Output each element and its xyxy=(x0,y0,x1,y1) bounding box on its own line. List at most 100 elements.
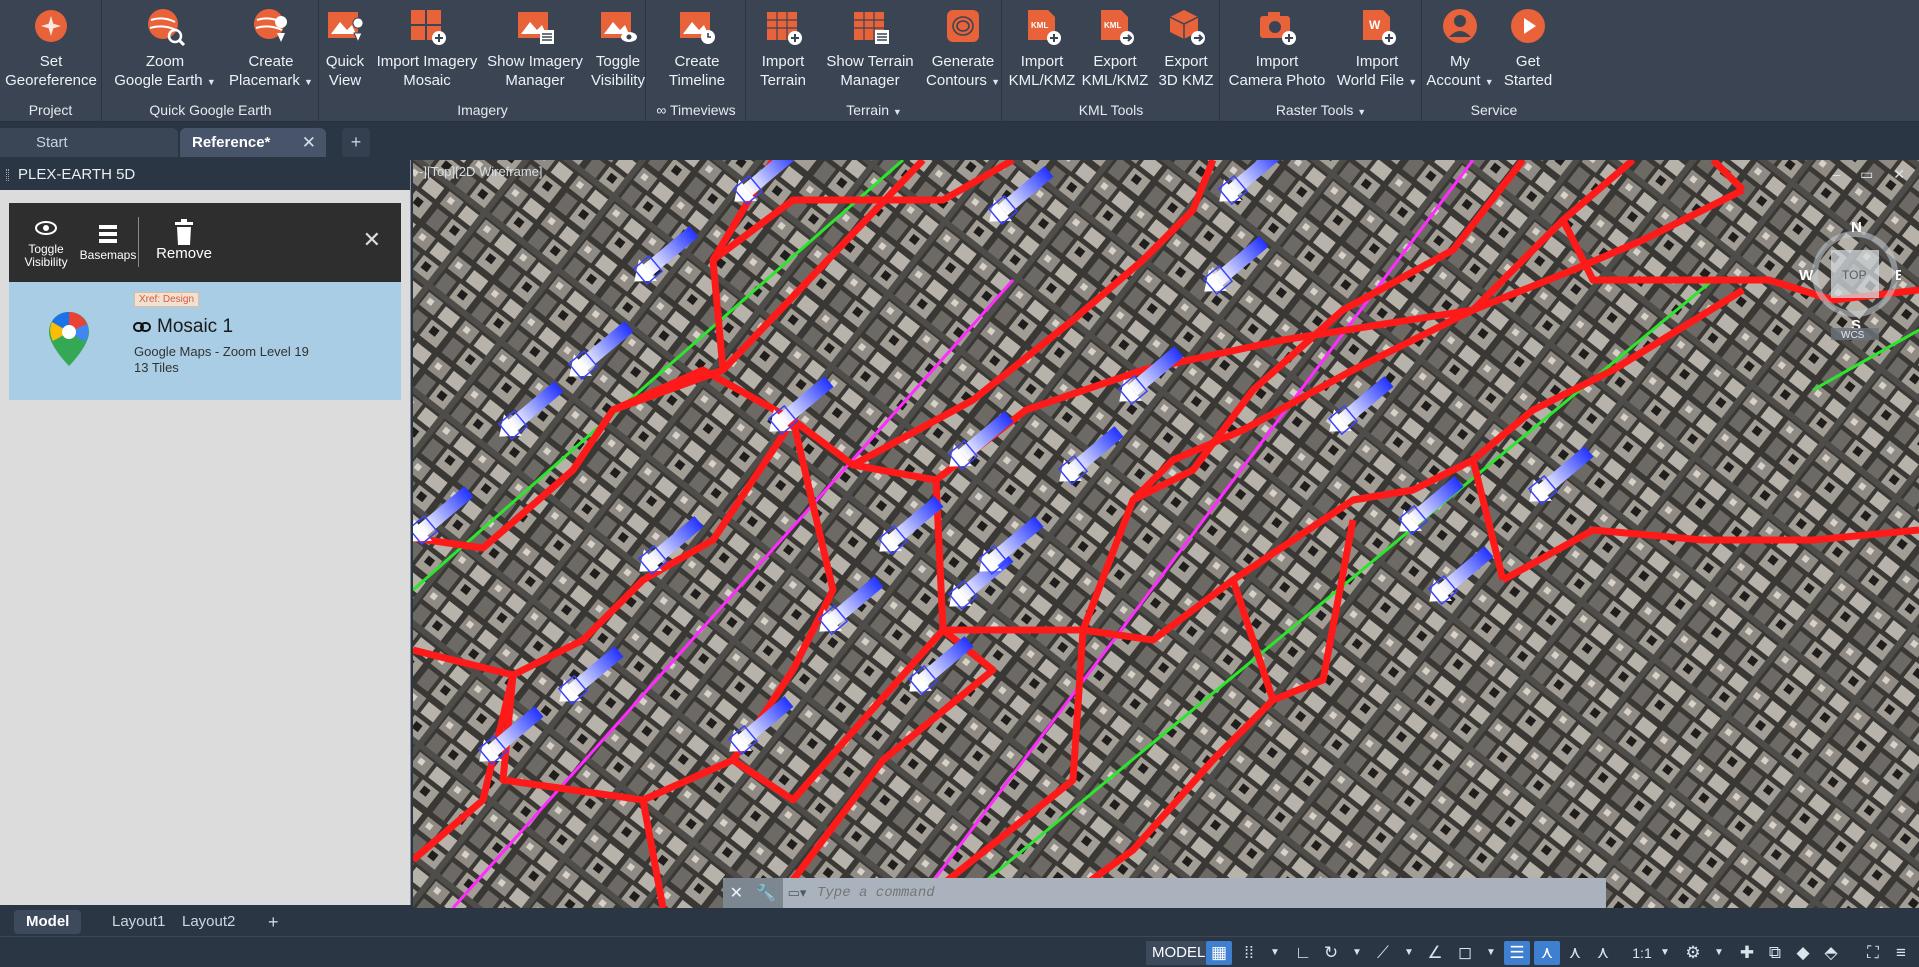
tab-reference[interactable]: Reference* ✕ xyxy=(180,128,326,157)
lineweight-icon[interactable]: ☰ xyxy=(1504,941,1530,965)
grid-icon[interactable]: ▦ xyxy=(1206,941,1232,965)
import-camera-photo-icon xyxy=(1257,6,1297,46)
new-tab-button[interactable]: + xyxy=(342,128,370,157)
toggle-visibility-tool[interactable]: Toggle Visibility xyxy=(15,203,77,282)
hardware-acceleration-icon[interactable]: ◆ xyxy=(1790,941,1816,965)
command-customize-icon[interactable]: 🔧 xyxy=(756,883,776,903)
toggle-visibility-button[interactable]: Toggle Visibility xyxy=(590,4,646,96)
my-account-icon xyxy=(1440,6,1480,46)
export-3d-kmz-label: Export 3D KMZ xyxy=(1158,53,1214,89)
gear-dropdown-icon[interactable]: ▼ xyxy=(1706,941,1732,965)
snap-icon[interactable]: ⁞⁞ xyxy=(1236,941,1262,965)
my-account-button[interactable]: My Account ▼ xyxy=(1426,4,1494,96)
export-kml-button[interactable]: KML Export KML/KMZ xyxy=(1079,4,1151,96)
group-title-quick-google-earth: Quick Google Earth xyxy=(149,102,272,118)
polar-dropdown-icon[interactable]: ▼ xyxy=(1344,941,1370,965)
svg-text:KML: KML xyxy=(1031,21,1048,30)
mosaic-list-item[interactable]: Xref: Design Mosaic 1 Google Maps - Zoom… xyxy=(9,282,401,400)
generate-contours-button[interactable]: Generate Contours ▼ xyxy=(925,4,1001,96)
generate-contours-icon xyxy=(943,6,983,46)
compass-north[interactable]: N xyxy=(1851,219,1862,236)
isolate-objects-icon[interactable]: ⧉ xyxy=(1762,941,1788,965)
set-georeference-button[interactable]: Set Georeference xyxy=(0,4,102,96)
scale-dropdown-icon[interactable]: ▼ xyxy=(1652,941,1678,965)
show-imagery-manager-button[interactable]: Show Imagery Manager xyxy=(482,4,588,96)
import-terrain-icon xyxy=(763,6,803,46)
viewport-window-controls[interactable]: – ▭ ✕ xyxy=(1832,166,1913,183)
remove-tool[interactable]: Remove xyxy=(147,203,221,282)
import-camera-photo-button[interactable]: Import Camera Photo xyxy=(1225,4,1329,96)
wcs-label[interactable]: WCS xyxy=(1841,330,1865,341)
group-title-service: Service xyxy=(1470,102,1518,118)
viewcube-face-label: TOP xyxy=(1842,268,1866,282)
export-3d-kmz-button[interactable]: Export 3D KMZ xyxy=(1153,4,1219,96)
viewport-label[interactable]: -][Top][2D Wireframe] xyxy=(419,164,543,179)
command-input[interactable] xyxy=(817,881,1600,905)
import-camera-photo-label: Import Camera Photo xyxy=(1228,53,1326,89)
annotation-visibility-icon[interactable]: ⋏ xyxy=(1534,941,1560,965)
gear-icon[interactable]: ⚙ xyxy=(1680,941,1706,965)
ribbon: Set Georeference Project Zoom Google Ear… xyxy=(0,0,1919,122)
satellite-map-canvas[interactable] xyxy=(413,160,1919,908)
plus-icon[interactable]: ✚ xyxy=(1734,941,1760,965)
svg-text:KML: KML xyxy=(1104,21,1121,30)
tab-close-icon[interactable]: ✕ xyxy=(302,128,316,157)
model-space-toggle[interactable]: MODEL xyxy=(1146,941,1212,965)
plex-earth-panel: PLEX-EARTH 5D Toggle Visibility Basemaps… xyxy=(0,160,411,905)
create-placemark-button[interactable]: Create Placemark ▼ xyxy=(223,4,319,96)
grip-icon[interactable] xyxy=(6,169,9,181)
import-imagery-mosaic-button[interactable]: Import Imagery Mosaic xyxy=(372,4,482,96)
group-title-raster-tools[interactable]: Raster Tools ▼ xyxy=(1221,100,1421,120)
object-snap-dropdown-icon[interactable]: ▼ xyxy=(1478,941,1504,965)
object-snap-icon[interactable]: ◻ xyxy=(1452,941,1478,965)
layout-tab-layout1[interactable]: Layout1 xyxy=(100,910,177,934)
import-world-file-button[interactable]: W Import World File ▼ xyxy=(1333,4,1421,96)
ortho-icon[interactable]: ∟ xyxy=(1290,941,1316,965)
import-kml-button[interactable]: KML Import KML/KMZ xyxy=(1007,4,1077,96)
compass-west[interactable]: W xyxy=(1799,267,1814,284)
drawing-viewport[interactable]: -][Top][2D Wireframe] – ▭ ✕ N W E S TOP … xyxy=(413,160,1919,908)
command-close-icon[interactable]: ✕ xyxy=(730,883,743,903)
get-started-button[interactable]: Get Started xyxy=(1495,4,1561,96)
group-title-terrain[interactable]: Terrain ▼ xyxy=(747,100,1001,120)
ribbon-group-quick-google-earth: Zoom Google Earth ▼ Create Placemark ▼ Q… xyxy=(103,0,319,122)
compass-east[interactable]: E xyxy=(1895,267,1905,284)
object-snap-tracking-icon[interactable]: ∠ xyxy=(1422,941,1448,965)
tab-reference-label: Reference* xyxy=(192,134,271,151)
create-timeline-button[interactable]: Create Timeline xyxy=(651,4,743,96)
quick-view-button[interactable]: Quick View xyxy=(320,4,370,96)
import-kml-icon: KML xyxy=(1022,6,1062,46)
fullscreen-icon[interactable]: ⛶ xyxy=(1860,941,1886,965)
add-layout-button[interactable]: + xyxy=(256,910,291,934)
customization-menu-icon[interactable]: ≡ xyxy=(1888,941,1914,965)
export-kml-label: Export KML/KMZ xyxy=(1081,53,1149,89)
zoom-google-earth-icon xyxy=(145,6,186,47)
import-world-file-icon: W xyxy=(1357,6,1397,46)
import-terrain-button[interactable]: Import Terrain xyxy=(751,4,815,96)
tab-start[interactable]: Start xyxy=(0,128,178,157)
import-imagery-mosaic-label: Import Imagery Mosaic xyxy=(376,53,478,89)
annotation-scale-icon[interactable]: ⋏ xyxy=(1590,941,1616,965)
group-title-kml-tools: KML Tools xyxy=(1078,102,1144,118)
close-icon[interactable]: ✕ xyxy=(363,227,381,253)
zoom-google-earth-button[interactable]: Zoom Google Earth ▼ xyxy=(109,4,221,96)
basemaps-tool[interactable]: Basemaps xyxy=(79,203,137,282)
isodraft-dropdown-icon[interactable]: ▼ xyxy=(1396,941,1422,965)
command-line-tools: ✕ 🔧 xyxy=(723,878,783,908)
imagery-manager-icon xyxy=(515,6,555,46)
import-terrain-label: Import Terrain xyxy=(760,53,806,89)
layout-tab-layout2[interactable]: Layout2 xyxy=(170,910,247,934)
isodraft-icon[interactable]: ⟋ xyxy=(1370,941,1396,965)
viewcube[interactable]: N W E S TOP WCS xyxy=(1791,210,1905,341)
command-prompt-icon[interactable]: ▭▾ xyxy=(783,885,811,901)
auto-scale-icon[interactable]: ⋏ xyxy=(1562,941,1588,965)
show-terrain-manager-button[interactable]: Show Terrain Manager xyxy=(817,4,923,96)
clean-screen-icon[interactable]: ⬘ xyxy=(1818,941,1844,965)
polar-icon[interactable]: ↻ xyxy=(1318,941,1344,965)
layout-tabs: Model Layout1 Layout2 + xyxy=(0,908,1919,936)
layout-tab-model[interactable]: Model xyxy=(14,910,82,934)
svg-text:W: W xyxy=(1369,18,1381,32)
terrain-manager-icon xyxy=(850,6,890,46)
snap-dropdown-icon[interactable]: ▼ xyxy=(1262,941,1288,965)
panel-header: PLEX-EARTH 5D xyxy=(0,160,410,190)
